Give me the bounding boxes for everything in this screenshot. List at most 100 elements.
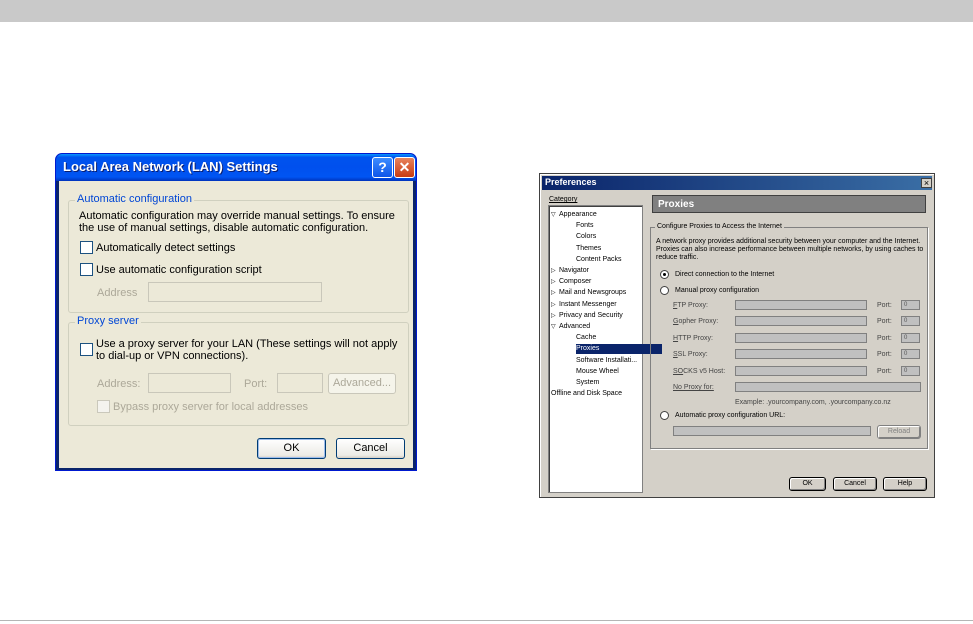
lan-cancel-button[interactable]: Cancel — [336, 438, 405, 459]
twisty-open-icon[interactable]: ▽ — [551, 322, 559, 332]
prefs-cancel-button[interactable]: Cancel — [833, 477, 877, 491]
proxy-address-label: Address: — [97, 378, 141, 390]
proxy-host-field[interactable] — [735, 349, 867, 360]
tree-item[interactable]: ▷ Mail and Newsgroups — [551, 288, 626, 298]
tree-item[interactable]: ▷ Composer — [551, 277, 591, 287]
auto-proxy-url-label[interactable]: Automatic proxy configuration URL: — [675, 411, 785, 420]
prefs-ok-button[interactable]: OK — [789, 477, 826, 491]
proxy-port-field[interactable]: 0 — [901, 300, 920, 310]
preferences-close-button[interactable]: × — [921, 178, 932, 188]
proxy-server-legend: Proxy server — [75, 315, 141, 327]
configure-proxies-legend: Configure Proxies to Access the Internet — [655, 223, 784, 230]
proxy-port-field[interactable]: 0 — [901, 365, 920, 376]
twisty-closed-icon[interactable]: ▷ — [551, 300, 559, 310]
tree-item[interactable]: Mouse Wheel — [576, 367, 619, 377]
proxy-port-field[interactable]: 0 — [901, 316, 920, 327]
tree-item[interactable]: Content Packs — [576, 255, 622, 265]
tree-item-label: Mouse Wheel — [576, 367, 619, 375]
auto-detect-checkbox[interactable] — [80, 241, 93, 254]
tree-item[interactable]: ▷ Instant Messenger — [551, 300, 617, 310]
close-button[interactable]: ✕ — [394, 157, 415, 178]
no-proxy-label: No Proxy for: — [673, 384, 714, 391]
proxies-description: A network proxy provides additional secu… — [656, 238, 924, 261]
no-proxy-field[interactable] — [735, 382, 921, 392]
manual-proxy-label[interactable]: Manual proxy configuration — [675, 286, 759, 295]
tree-item[interactable]: Cache — [576, 333, 596, 343]
top-bar — [0, 0, 973, 22]
lan-dialog-body: Automatic configuration Automatic config… — [59, 181, 413, 468]
automatic-configuration-legend: Automatic configuration — [75, 193, 194, 205]
tree-item[interactable]: ▽ Advanced — [551, 322, 590, 332]
tree-item[interactable]: System — [576, 378, 599, 388]
advanced-button[interactable]: Advanced... — [328, 373, 396, 394]
script-address-field[interactable] — [148, 282, 322, 302]
twisty-open-icon[interactable]: ▽ — [551, 210, 559, 220]
tree-item-label: System — [576, 379, 600, 386]
bypass-local-label[interactable]: Bypass proxy server for local addresses — [113, 401, 308, 413]
manual-proxy-radio[interactable] — [660, 286, 669, 295]
page: Local Area Network (LAN) Settings ? ✕ Au… — [0, 0, 973, 624]
proxy-port-label: Port: — [877, 351, 892, 359]
tree-item-label: Colors — [576, 233, 597, 241]
tree-item-label: Instant Messenger — [559, 300, 617, 308]
tree-item[interactable]: ▷ Navigator — [551, 266, 589, 276]
twisty-closed-icon[interactable]: ▷ — [551, 311, 559, 321]
help-icon: ? — [378, 159, 387, 175]
lan-ok-button[interactable]: OK — [257, 438, 326, 459]
direct-connection-radio[interactable] — [660, 270, 669, 279]
proxy-address-field[interactable] — [148, 373, 231, 393]
proxy-server-group: Proxy server Use a proxy server for your… — [68, 315, 409, 426]
twisty-closed-icon[interactable]: ▷ — [551, 288, 559, 298]
tree-item[interactable]: Software Installati... — [576, 356, 637, 366]
script-address-label: Address — [97, 287, 138, 299]
auto-config-script-label[interactable]: Use automatic configuration script — [96, 264, 262, 276]
tree-item-label: Mail and Newsgroups — [559, 289, 627, 297]
automatic-configuration-group: Automatic configuration Automatic config… — [68, 193, 409, 313]
use-proxy-label[interactable]: Use a proxy server for your LAN (These s… — [96, 338, 402, 362]
close-icon: ✕ — [398, 159, 411, 175]
proxies-panel-title: Proxies — [658, 199, 695, 210]
lan-settings-dialog: Local Area Network (LAN) Settings ? ✕ Au… — [55, 153, 417, 471]
proxy-host-field[interactable] — [735, 332, 867, 343]
auto-config-script-checkbox[interactable] — [80, 263, 93, 276]
category-tree[interactable]: ▽ Appearance Fonts Colors Themes Content Pack… — [548, 205, 662, 493]
tree-item[interactable]: Fonts — [576, 221, 594, 231]
help-button[interactable]: ? — [372, 157, 393, 178]
proxy-host-field[interactable] — [735, 365, 867, 376]
proxy-port-field[interactable]: 0 — [901, 332, 920, 343]
proxy-row-label: FTP Proxy: — [673, 302, 708, 309]
tree-item[interactable]: Colors — [576, 232, 596, 242]
tree-item[interactable]: ▽ Appearance — [551, 210, 597, 220]
tree-item[interactable]: Themes — [576, 244, 601, 254]
direct-connection-label[interactable]: Direct connection to the Internet — [675, 270, 774, 279]
tree-item-label: Fonts — [576, 222, 594, 230]
tree-item[interactable]: Offline and Disk Space — [551, 389, 622, 399]
preferences-title-bar[interactable]: Preferences × — [542, 176, 932, 190]
tree-item[interactable]: ▷ Privacy and Security — [551, 311, 623, 321]
bypass-local-checkbox[interactable] — [97, 400, 110, 413]
close-icon: × — [923, 178, 930, 188]
auto-detect-label[interactable]: Automatically detect settings — [96, 242, 235, 254]
prefs-help-button[interactable]: Help — [883, 477, 927, 491]
proxy-port-field[interactable] — [277, 373, 323, 393]
proxy-host-field[interactable] — [735, 316, 867, 327]
lan-title-bar[interactable]: Local Area Network (LAN) Settings ? ✕ — [56, 154, 416, 181]
auto-proxy-url-radio[interactable] — [660, 411, 669, 420]
twisty-closed-icon[interactable]: ▷ — [551, 277, 559, 287]
tree-item-label: Advanced — [559, 323, 591, 330]
use-proxy-checkbox[interactable] — [80, 343, 93, 356]
proxy-port-label: Port: — [877, 302, 892, 309]
proxies-panel-header: Proxies — [652, 195, 926, 213]
tree-item-label: Appearance — [559, 211, 597, 218]
proxy-port-label: Port: — [877, 318, 892, 326]
reload-button[interactable]: Reload — [877, 425, 921, 439]
auto-config-description: Automatic configuration may override man… — [79, 210, 395, 234]
tree-item-label: Composer — [559, 278, 592, 286]
tree-item-label: Proxies — [576, 345, 600, 353]
twisty-closed-icon[interactable]: ▷ — [551, 266, 559, 276]
auto-proxy-url-field[interactable] — [673, 426, 871, 436]
tree-item-label: Software Installati... — [576, 356, 638, 364]
proxy-port-field[interactable]: 0 — [901, 349, 920, 360]
proxy-host-field[interactable] — [735, 300, 867, 310]
preferences-title: Preferences — [545, 177, 597, 187]
